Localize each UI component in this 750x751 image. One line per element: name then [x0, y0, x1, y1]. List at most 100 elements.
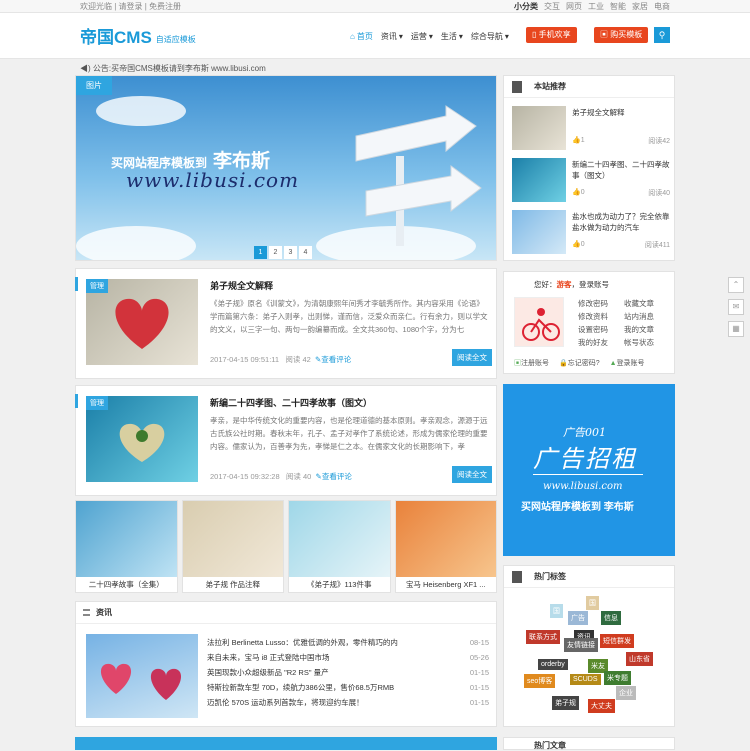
next-section-header	[75, 737, 497, 750]
section-title: 资讯	[96, 608, 112, 617]
chevron-up-icon: ⌃	[732, 280, 740, 289]
image-tiles: 二十四孝故事（全集） 弟子规 作品注释 《弟子规》113件事 宝马 Heisen…	[75, 500, 497, 593]
top-link[interactable]: 智能	[610, 1, 626, 12]
register-link[interactable]: 免费注册	[149, 2, 181, 11]
read-more-button[interactable]: 阅读全文	[452, 466, 492, 483]
user-link[interactable]: 帐号状态	[624, 337, 664, 349]
cart-icon: ▣	[600, 30, 611, 39]
register-link[interactable]: ▣注册账号	[514, 358, 549, 368]
category-badge[interactable]: 管理	[86, 279, 108, 293]
news-section: 资讯 法拉利 Berlinetta Lusso：优雅低调的外观，零件精巧的内 08…	[75, 601, 497, 727]
chevron-down-icon: ▾	[398, 32, 403, 41]
top-link[interactable]: 工业	[588, 1, 604, 12]
forgot-password-link[interactable]: 🔒忘记密码?	[559, 358, 600, 368]
list-item[interactable]: 特斯拉新款车型 70D，续航力386公里，售价68.5万RMB 01-15	[207, 680, 489, 695]
news-image[interactable]	[86, 634, 198, 718]
article-title[interactable]: 新编二十四孝图、二十四孝故事（图文）	[210, 396, 372, 409]
lock-icon: 🔒	[559, 360, 568, 367]
search-button[interactable]: ⚲	[654, 27, 670, 43]
site-header: 帝国CMS 自适应模板 ⌂ 首页 资讯 ▾ 运营 ▾ 生活 ▾ 综合导航 ▾ ▯ 手机欢享…	[0, 13, 750, 59]
article-title[interactable]: 弟子规全文解释	[210, 279, 273, 292]
slider-page[interactable]: 3	[284, 246, 297, 259]
login-link[interactable]: 请登录	[119, 2, 143, 11]
recommend-item[interactable]: 新编二十四孝图、二十四孝故事（图文） 👍0 阅读40	[512, 158, 670, 202]
nav-guide[interactable]: 综合导航 ▾	[471, 31, 509, 42]
direction-sign-image	[355, 105, 482, 246]
user-link[interactable]: 我的文章	[624, 324, 664, 336]
article-card: 管理 新编二十四孝图、二十四孝故事（图文） 孝亲，是中华传统文化的重要内容，也是…	[75, 385, 497, 496]
tag[interactable]: 联系方式	[526, 630, 560, 644]
category-badge[interactable]: 管理	[86, 396, 108, 410]
user-links: 修改密码 收藏文章 修改资料 站内消息 设置密码 我的文章 我的好友 帐号状态	[578, 298, 664, 349]
slider-page[interactable]: 4	[299, 246, 312, 259]
avatar	[514, 297, 564, 347]
tag[interactable]: 国	[550, 604, 563, 618]
phone-icon: ▯	[532, 30, 539, 39]
comment-link[interactable]: ✎查看评论	[315, 355, 351, 364]
slider-tag: 图片	[76, 76, 112, 95]
user-link[interactable]: 修改密码	[578, 298, 618, 310]
user-link[interactable]: 修改资料	[578, 311, 618, 323]
top-link[interactable]: 家居	[632, 1, 648, 12]
image-tile[interactable]: 弟子规 作品注释	[181, 500, 284, 593]
login-panel: 您好：游客，登录账号 修改密码 收藏文章 修改资料 站内消息 设置密码 我的文章…	[503, 271, 675, 374]
login-account-link[interactable]: ▲登录账号	[610, 358, 645, 368]
tag[interactable]: 国	[586, 596, 599, 610]
chat-icon: ✉	[732, 302, 740, 311]
slider-page[interactable]: 1	[254, 246, 267, 259]
nav-news[interactable]: 资讯 ▾	[381, 31, 403, 42]
section-title: 热门文章	[534, 741, 566, 750]
hot-articles-panel: 热门文章	[503, 737, 675, 750]
tag[interactable]: 友情链接	[564, 638, 598, 652]
image-slider[interactable]: 图片 买网站程序模板到 李布斯 www.libusi.com 1 2 3 4	[75, 75, 497, 261]
nav-home[interactable]: ⌂ 首页	[350, 31, 373, 42]
list-item[interactable]: 法拉利 Berlinetta Lusso：优雅低调的外观，零件精巧的内 08-15	[207, 635, 489, 650]
tag[interactable]: 大丈夫	[588, 699, 615, 713]
mobile-button[interactable]: ▯ 手机欢享	[526, 27, 577, 43]
tag[interactable]: 广告	[568, 611, 588, 625]
list-item[interactable]: 迈凯伦 570S 运动系列首款车，将现迎约车展！ 01-15	[207, 695, 489, 710]
site-logo[interactable]: 帝国CMS 自适应模板	[80, 23, 196, 48]
tag-cloud-panel: 热门标签 国 国 广告 信息 联系方式 资讯 友情链接 短信群发 山东省 ord…	[503, 565, 675, 727]
tag[interactable]: orderby	[538, 659, 568, 670]
back-to-top-button[interactable]: ⌃	[728, 277, 744, 293]
ad-slogan: 买网站程序模板到 李布斯	[521, 502, 634, 513]
feedback-button[interactable]: ✉	[728, 299, 744, 315]
user-link[interactable]: 站内消息	[624, 311, 664, 323]
user-link[interactable]: 收藏文章	[624, 298, 664, 310]
nav-ops[interactable]: 运营 ▾	[411, 31, 433, 42]
nav-life[interactable]: 生活 ▾	[441, 31, 463, 42]
image-tile[interactable]: 《弟子规》113件事	[288, 500, 391, 593]
buy-template-button[interactable]: ▣ 购买模板	[594, 27, 649, 43]
user-link[interactable]: 设置密码	[578, 324, 618, 336]
list-item[interactable]: 来自未来，宝马 i8 正式登陆中国市场 05-26	[207, 650, 489, 665]
top-link[interactable]: 小分类	[514, 1, 538, 12]
tag[interactable]: 短信群发	[600, 634, 634, 648]
slider-page[interactable]: 2	[269, 246, 282, 259]
tag[interactable]: 米专题	[604, 671, 631, 685]
advertisement-banner[interactable]: 广告001 广告招租 www.libusi.com 买网站程序模板到 李布斯	[503, 384, 675, 556]
top-link[interactable]: 网页	[566, 1, 582, 12]
recommend-item[interactable]: 盐水也成为动力了？完全依靠盐水做为动力的汽车 👍0 阅读411	[512, 210, 670, 254]
tag[interactable]: 信息	[601, 611, 621, 625]
image-tile[interactable]: 宝马 Heisenberg XF1 ...	[394, 500, 497, 593]
user-link[interactable]: 我的好友	[578, 337, 618, 349]
speaker-icon: ◀)	[80, 64, 93, 73]
comment-link[interactable]: ✎查看评论	[316, 472, 352, 481]
read-more-button[interactable]: 阅读全文	[452, 349, 492, 366]
tag[interactable]: 弟子规	[552, 696, 579, 710]
qrcode-button[interactable]: ▦	[728, 321, 744, 337]
tag[interactable]: 企业	[616, 686, 636, 700]
top-link[interactable]: 电商	[654, 1, 670, 12]
login-greeting: 您好：游客，登录账号	[534, 280, 609, 289]
recommend-item[interactable]: 弟子规全文解释 👍1 阅读42	[512, 106, 670, 150]
top-link[interactable]: 交互	[544, 1, 560, 12]
qrcode-icon: ▦	[732, 324, 740, 333]
tag[interactable]: SCUDS	[570, 674, 601, 685]
tag[interactable]: seo博客	[524, 674, 556, 688]
user-icon: ▲	[609, 360, 617, 367]
image-tile[interactable]: 二十四孝故事（全集）	[75, 500, 178, 593]
list-item[interactable]: 英国现款小众超级新品 "R2 RS" 量产 01-15	[207, 665, 489, 680]
tag[interactable]: 山东省	[626, 652, 653, 666]
ad-headline: 广告招租	[533, 445, 637, 473]
